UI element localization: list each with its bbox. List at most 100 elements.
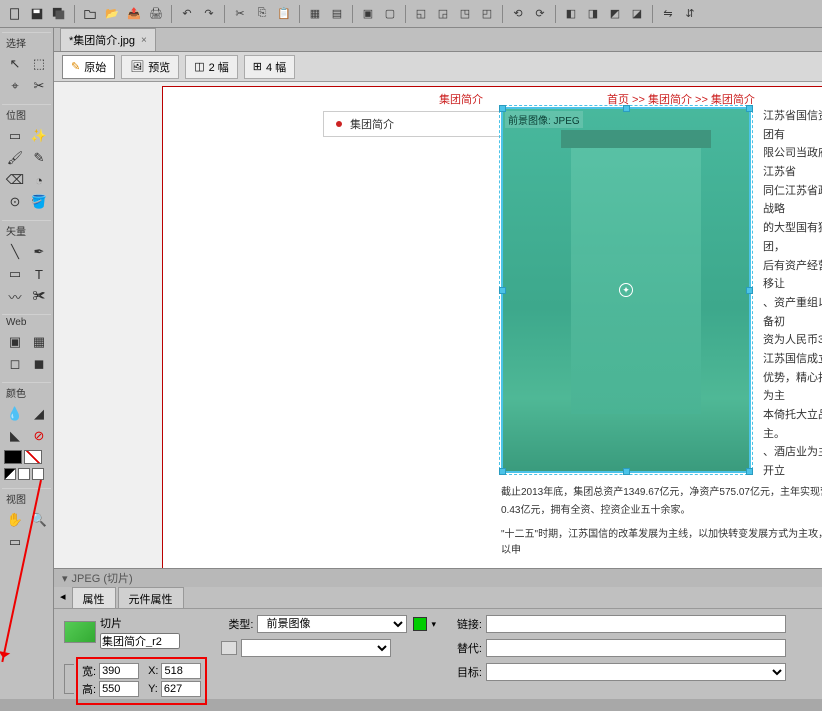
swatch-swap[interactable] [18, 468, 30, 480]
path-op3-icon[interactable]: ◩ [606, 5, 624, 23]
width-input[interactable] [99, 663, 139, 679]
screen-mode-icon[interactable]: ▭ [4, 532, 26, 552]
stroke-color-icon[interactable]: ◢ [28, 404, 50, 424]
distribute-icon[interactable]: ▤ [328, 5, 346, 23]
swatch-default[interactable] [4, 468, 16, 480]
resize-handle-w[interactable] [499, 287, 506, 294]
brush-tool-icon[interactable]: 🖌 [4, 148, 26, 168]
collapse-icon[interactable]: ▾ [62, 572, 68, 585]
resize-handle-n[interactable] [623, 105, 630, 112]
text-tool-icon[interactable]: T [28, 264, 50, 284]
undo-icon[interactable]: ↶ [178, 5, 196, 23]
resize-handle-e[interactable] [746, 287, 753, 294]
pencil-tool-icon[interactable]: ✎ [28, 148, 50, 168]
tab-component[interactable]: 元件属性 [118, 587, 184, 608]
slice-color-swatch[interactable] [413, 617, 427, 631]
page-heading: 集团简介 [439, 91, 483, 107]
hand-tool-icon[interactable]: ✋ [4, 510, 26, 530]
ungroup-icon[interactable]: ▢ [381, 5, 399, 23]
selected-slice[interactable]: 前景图像: JPEG ✦ [501, 107, 751, 473]
cut-icon[interactable]: ✂ [231, 5, 249, 23]
export-icon[interactable]: 📤 [125, 5, 143, 23]
select-section-label: 选择 [2, 32, 51, 52]
swatch-black[interactable] [4, 450, 22, 464]
hotspot-tool-icon[interactable]: ▣ [4, 332, 26, 352]
hide-slice-icon[interactable]: ◻ [4, 354, 26, 374]
view-preview-button[interactable]: 🖼 预览 [121, 55, 179, 79]
paste-icon[interactable]: 📋 [275, 5, 293, 23]
redo-icon[interactable]: ↷ [200, 5, 218, 23]
resize-handle-sw[interactable] [499, 468, 506, 475]
alt-input[interactable] [486, 639, 786, 657]
path-op4-icon[interactable]: ◪ [628, 5, 646, 23]
resize-handle-ne[interactable] [746, 105, 753, 112]
flip-v-icon[interactable]: ⇵ [681, 5, 699, 23]
close-tab-icon[interactable]: × [141, 35, 147, 46]
fill-color-icon[interactable]: ◣ [4, 426, 26, 446]
menu-item[interactable]: 集团简介 [324, 112, 502, 136]
canvas[interactable]: 集团简介 首页 >> 集团简介 >> 集团简介 集团简介 前景图像: JPEG … [54, 82, 822, 568]
print-icon[interactable]: 🖨 [147, 5, 165, 23]
file-tab[interactable]: *集团简介.jpg × [60, 28, 156, 51]
back-icon[interactable]: ◰ [478, 5, 496, 23]
forward-icon[interactable]: ◲ [434, 5, 452, 23]
save-all-icon[interactable] [50, 5, 68, 23]
properties-tabs: ◂ 属性 元件属性 [54, 587, 822, 609]
align-icon[interactable]: ▦ [306, 5, 324, 23]
y-input[interactable] [161, 681, 201, 697]
group-icon[interactable]: ▣ [359, 5, 377, 23]
wand-tool-icon[interactable]: ✨ [28, 126, 50, 146]
subselect-tool-icon[interactable]: ⬚ [28, 54, 50, 74]
rotate-left-icon[interactable]: ⟲ [509, 5, 527, 23]
copy-icon[interactable]: ⎘ [253, 5, 271, 23]
fill-tool-icon[interactable]: 🪣 [28, 192, 50, 212]
path-op2-icon[interactable]: ◨ [584, 5, 602, 23]
backward-icon[interactable]: ◳ [456, 5, 474, 23]
view-4up-button[interactable]: ⊞ 4 幅 [244, 55, 295, 79]
x-input[interactable] [161, 663, 201, 679]
knife-tool-icon[interactable]: ✀ [28, 286, 50, 306]
pointer-tool-icon[interactable]: ↖ [4, 54, 26, 74]
lasso-tool-icon[interactable]: ⌖ [4, 76, 26, 96]
view-2up-button[interactable]: ◫ 2 幅 [185, 55, 238, 79]
height-input[interactable] [99, 681, 139, 697]
expand-icon[interactable]: ◂ [54, 587, 72, 608]
path-op1-icon[interactable]: ◧ [562, 5, 580, 23]
swatch-nocolor[interactable] [32, 468, 44, 480]
front-icon[interactable]: ◱ [412, 5, 430, 23]
new-icon[interactable] [6, 5, 24, 23]
open-icon[interactable] [81, 5, 99, 23]
stamp-tool-icon[interactable]: ⊙ [4, 192, 26, 212]
show-slice-icon[interactable]: ◼ [28, 354, 50, 374]
link-input[interactable] [486, 615, 786, 633]
resize-handle-se[interactable] [746, 468, 753, 475]
resize-handle-nw[interactable] [499, 105, 506, 112]
eraser-tool-icon[interactable]: ⌫ [4, 170, 26, 190]
line-tool-icon[interactable]: ╲ [4, 242, 26, 262]
freeform-tool-icon[interactable]: 〰 [4, 286, 26, 306]
flip-h-icon[interactable]: ⇋ [659, 5, 677, 23]
blur-tool-icon[interactable]: ◔ [28, 170, 50, 190]
pen-tool-icon[interactable]: ✒ [28, 242, 50, 262]
marquee-tool-icon[interactable]: ▭ [4, 126, 26, 146]
import-icon[interactable]: 📂 [103, 5, 121, 23]
tab-properties[interactable]: 属性 [72, 587, 116, 608]
eyedropper-icon[interactable]: 💧 [4, 404, 26, 424]
rotate-right-icon[interactable]: ⟳ [531, 5, 549, 23]
format-select[interactable] [241, 639, 391, 657]
resize-handle-s[interactable] [623, 468, 630, 475]
target-select[interactable] [486, 663, 786, 681]
crop-tool-icon[interactable]: ✂ [28, 76, 50, 96]
dropdown-icon[interactable]: ▾ [431, 619, 436, 630]
slice-name-input[interactable] [100, 633, 180, 649]
rect-tool-icon[interactable]: ▭ [4, 264, 26, 284]
save-icon[interactable] [28, 5, 46, 23]
lock-aspect-icon[interactable] [64, 664, 74, 694]
desc-line-1: 截止2013年底，集团总资产1349.67亿元，净资产575.07亿元，主年实现… [501, 485, 822, 501]
4up-icon: ⊞ [253, 60, 262, 73]
type-select[interactable]: 前景图像 [257, 615, 407, 633]
slice-tool-icon[interactable]: ▦ [28, 332, 50, 352]
no-color-icon[interactable]: ⊘ [28, 426, 50, 446]
swatch-none[interactable] [24, 450, 42, 464]
view-original-button[interactable]: ✎ 原始 [62, 55, 115, 79]
